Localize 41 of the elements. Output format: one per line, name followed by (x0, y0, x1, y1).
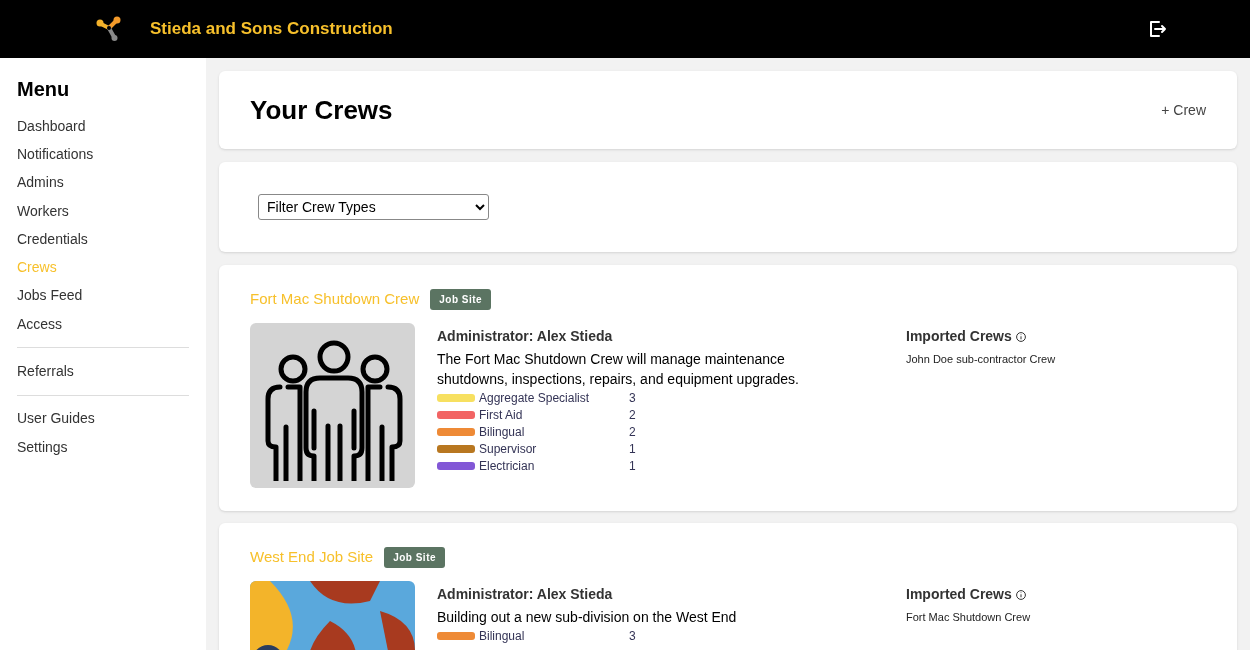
administrator-label: Administrator: Alex Stieda (437, 327, 614, 346)
imported-crews-heading: Imported Crews (906, 327, 1012, 346)
add-crew-button[interactable]: + Crew (1161, 99, 1206, 121)
skill-count: 3 (629, 627, 636, 645)
skill-label: Aggregate Specialist (479, 389, 591, 407)
sidebar-item[interactable]: Referrals (17, 357, 189, 386)
sidebar-item[interactable]: Workers (17, 196, 189, 226)
logout-icon[interactable] (1147, 19, 1167, 39)
skill-count: 3 (629, 389, 636, 407)
imported-crew-name: Fort Mac Shutdown Crew (906, 610, 1031, 625)
menu-heading: Menu (17, 77, 71, 102)
skill-label: Bilingual (479, 627, 526, 645)
skill-label: First Aid (479, 406, 524, 424)
crew-type-badge: Job Site (384, 546, 446, 568)
crew-type-badge: Job Site (430, 288, 492, 310)
skill-count: 2 (629, 406, 636, 424)
skill-count: 2 (629, 423, 636, 441)
skill-label: Electrician (479, 457, 536, 475)
sidebar-item[interactable]: Admins (17, 168, 189, 197)
administrator-label: Administrator: Alex Stieda (437, 585, 614, 604)
sidebar-item[interactable]: Settings (17, 432, 189, 462)
sidebar-item[interactable]: User Guides (17, 404, 189, 433)
sidebar-item[interactable]: Notifications (17, 140, 189, 169)
sidebar-item[interactable]: Jobs Feed (17, 281, 189, 311)
imported-crew-name: John Doe sub-contractor Crew (906, 352, 1056, 367)
imported-crews-heading: Imported Crews (906, 585, 1012, 604)
crew-description: Building out a new sub-division on the West End (437, 608, 738, 627)
skill-label: Supervisor (479, 440, 538, 458)
page-title: Your Crews (250, 93, 393, 127)
sidebar-item[interactable]: Access (17, 310, 189, 339)
skill-label: Bilingual (479, 423, 526, 441)
sidebar-item[interactable]: Credentials (17, 225, 189, 254)
crew-description: The Fort Mac Shutdown Crew will manage maintenance shutdowns, inspections, repairs, and equipment upgrades. (437, 350, 800, 389)
skill-count: 1 (629, 440, 636, 458)
crew-type-dropdown[interactable]: Filter Crew Types (258, 194, 489, 220)
company-name: Stieda and Sons Construction (150, 18, 393, 41)
skill-count: 1 (629, 457, 636, 475)
sidebar-item[interactable]: Dashboard (17, 112, 189, 141)
info-icon[interactable] (1015, 589, 1026, 600)
info-icon[interactable] (1015, 331, 1026, 342)
wrench-logo-icon (95, 15, 123, 43)
